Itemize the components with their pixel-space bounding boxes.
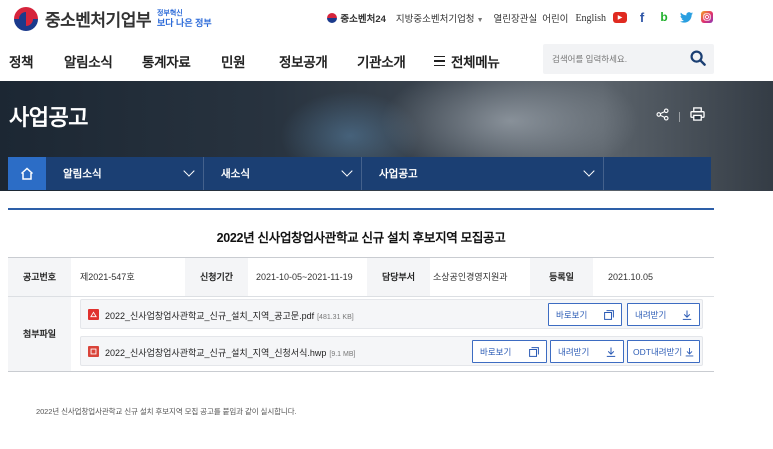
top-utility-bar: 중소벤처기업부 정부혁신 보다 나은 정부 중소벤처24 지방중소벤처기업청 ▼ … — [0, 0, 773, 36]
download-icon — [606, 347, 616, 357]
nav-item-news[interactable]: 알림소식 — [64, 51, 113, 71]
breadcrumb-dropdown-new-news[interactable]: 새소식 — [204, 157, 362, 190]
hwp-file-icon — [88, 346, 99, 357]
open-minister-link[interactable]: 열린장관실 — [494, 11, 538, 25]
download-button[interactable]: 내려받기 — [550, 340, 624, 363]
download-icon — [685, 347, 694, 356]
file-name: 2022_신사업창업사관학교_신규_설치_지역_신청서식.hwp — [105, 348, 327, 358]
pdf-file-icon — [88, 309, 99, 320]
file-name: 2022_신사업창업사관학교_신규_설치_지역_공고문.pdf — [105, 311, 315, 321]
tools-divider — [679, 111, 680, 122]
download-label: 내려받기 — [558, 346, 590, 357]
page-title: 사업공고 — [9, 105, 88, 130]
preview-icon — [604, 309, 614, 320]
regional-office-dropdown[interactable]: 지방중소벤처기업청 ▼ — [396, 11, 484, 25]
attachment-name[interactable]: 2022_신사업창업사관학교_신규_설치_지역_신청서식.hwp [9.1 MB] — [105, 346, 355, 359]
view-label: 바로보기 — [480, 346, 512, 357]
download-button[interactable]: 내려받기 — [627, 303, 700, 326]
regional-label: 지방중소벤처기업청 — [395, 14, 475, 25]
view-button[interactable]: 바로보기 — [548, 303, 622, 326]
breadcrumb-dropdown-announcement[interactable]: 사업공고 — [362, 157, 604, 190]
breadcrumb: 알림소식 새소식 사업공고 — [8, 157, 711, 190]
slogan-top: 정부혁신 — [156, 9, 183, 17]
chevron-down-icon — [183, 165, 195, 177]
banner-tools — [656, 107, 705, 126]
utility-links: 중소벤처24 지방중소벤처기업청 ▼ 열린장관실 어린이 English — [327, 11, 606, 25]
government-emblem-icon — [14, 6, 38, 31]
blog-icon[interactable]: b — [657, 10, 671, 24]
attachment-item: 2022_신사업창업사관학교_신규_설치_지역_공고문.pdf [481.31 K… — [80, 299, 703, 329]
breadcrumb-label: 사업공고 — [379, 168, 418, 180]
caret-down-icon: ▼ — [476, 17, 484, 24]
preview-icon — [529, 346, 539, 357]
date-value: 2021.10.05 — [608, 272, 654, 282]
odt-download-button[interactable]: ODT내려받기 — [627, 340, 700, 363]
search-input[interactable]: 검색어를 입력하세요. — [552, 53, 627, 65]
number-value: 제2021-547호 — [80, 272, 135, 282]
facebook-icon[interactable]: f — [635, 10, 649, 25]
period-value: 2021-10-05~2021-11-19 — [256, 272, 353, 282]
youtube-icon[interactable]: ▶ — [613, 11, 627, 23]
print-icon[interactable] — [690, 107, 705, 126]
number-label: 공고번호 — [8, 258, 71, 296]
twitter-icon[interactable] — [679, 10, 693, 24]
file-size: [481.31 KB] — [317, 314, 354, 321]
kids-link[interactable]: 어린이 — [542, 11, 568, 25]
nav-item-civil[interactable]: 민원 — [221, 51, 246, 71]
download-label: 내려받기 — [635, 309, 667, 320]
breadcrumb-label: 알림소식 — [63, 168, 102, 180]
meta-divider — [8, 296, 714, 297]
view-button[interactable]: 바로보기 — [472, 340, 547, 363]
odt-download-label: ODT내려받기 — [633, 346, 683, 357]
dept-value: 소상공인경영지원과 — [433, 272, 508, 282]
attachment-item: 2022_신사업창업사관학교_신규_설치_지역_신청서식.hwp [9.1 MB]… — [80, 336, 703, 366]
view-label: 바로보기 — [556, 309, 588, 320]
share-icon[interactable] — [656, 107, 669, 126]
logo-text: 중소벤처기업부 — [45, 11, 151, 30]
home-button[interactable] — [8, 157, 46, 190]
nav-item-policy[interactable]: 정책 — [9, 51, 34, 71]
nav-item-disclosure[interactable]: 정보공개 — [279, 51, 328, 71]
date-label: 등록일 — [530, 258, 593, 296]
post-body-text: 2022년 신사업창업사관학교 신규 설치 후보지역 모집 공고를 붙임과 같이… — [36, 407, 297, 416]
english-link[interactable]: English — [575, 13, 606, 24]
mark-link[interactable]: 중소벤처24 — [327, 11, 386, 25]
attachments-label: 첨부파일 — [8, 297, 71, 371]
chevron-down-icon — [583, 165, 595, 177]
site-logo[interactable]: 중소벤처기업부 정부혁신 보다 나은 정부 — [14, 6, 212, 31]
breadcrumb-dropdown-news[interactable]: 알림소식 — [46, 157, 204, 190]
emblem-mini-icon — [327, 13, 338, 23]
breadcrumb-label: 새소식 — [221, 168, 250, 180]
download-icon — [682, 310, 692, 320]
chevron-down-icon — [341, 165, 353, 177]
mark-label: 중소벤처24 — [340, 14, 386, 25]
home-icon — [20, 167, 34, 180]
slogan-badge: 정부혁신 보다 나은 정부 — [157, 10, 212, 28]
content-top-rule — [8, 208, 714, 210]
attachments-divider — [8, 371, 714, 372]
all-menu-label: 전체메뉴 — [451, 55, 500, 70]
all-menu-button[interactable]: 전체메뉴 — [434, 51, 500, 71]
attachment-name[interactable]: 2022_신사업창업사관학교_신규_설치_지역_공고문.pdf [481.31 K… — [105, 309, 354, 322]
post-title: 2022년 신사업창업사관학교 신규 설치 후보지역 모집공고 — [216, 231, 506, 245]
slogan-bottom: 보다 나은 정부 — [156, 17, 212, 28]
instagram-icon[interactable] — [701, 11, 713, 23]
dept-label: 담당부서 — [367, 258, 430, 296]
nav-item-statistics[interactable]: 통계자료 — [142, 51, 191, 71]
search-icon[interactable] — [690, 50, 706, 71]
hamburger-icon — [434, 55, 445, 67]
nav-item-about[interactable]: 기관소개 — [357, 51, 406, 71]
post-meta-row: 공고번호 제2021-547호 신청기간 2021-10-05~2021-11-… — [8, 258, 714, 296]
search-box[interactable]: 검색어를 입력하세요. — [543, 44, 714, 74]
social-links: ▶ f b — [613, 10, 713, 25]
file-size: [9.1 MB] — [329, 351, 356, 358]
period-label: 신청기간 — [185, 258, 248, 296]
